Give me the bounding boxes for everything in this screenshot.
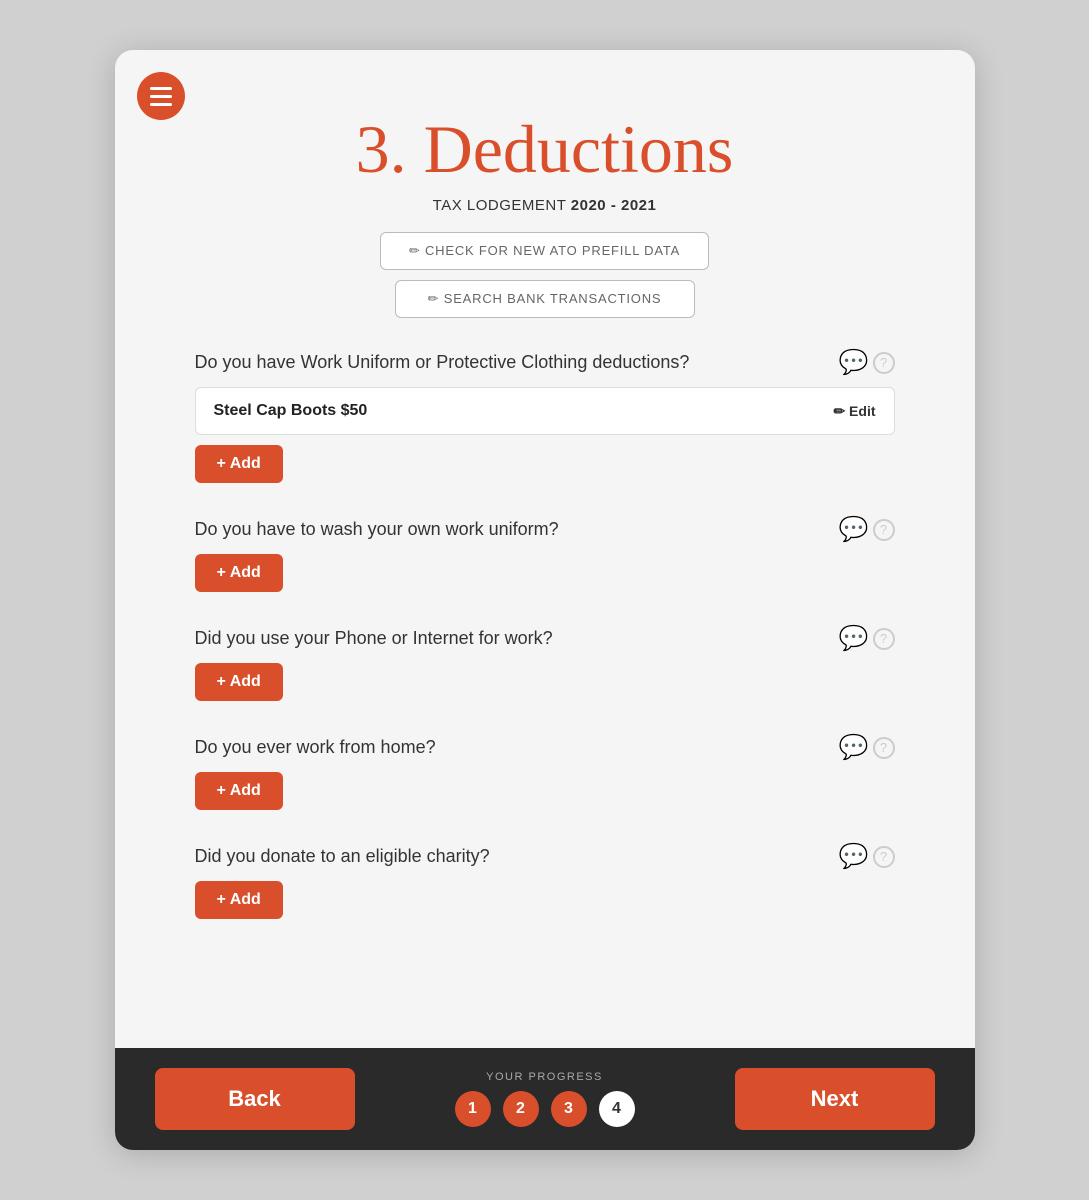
add-button-phone[interactable]: + Add xyxy=(195,663,283,701)
edit-button-uniform-0[interactable]: ✏ Edit xyxy=(833,403,875,420)
section-question-charity: Did you donate to an eligible charity? xyxy=(195,846,490,867)
search-bank-button[interactable]: ✏ SEARCH BANK TRANSACTIONS xyxy=(395,280,695,318)
add-button-wash[interactable]: + Add xyxy=(195,554,283,592)
item-label-uniform-0: Steel Cap Boots $50 xyxy=(214,402,368,420)
chat-bubble-icon-uniform: 💬 xyxy=(839,348,869,377)
chat-bubble-icon-charity: 💬 xyxy=(839,842,869,871)
progress-label: YOUR PROGRESS xyxy=(486,1071,603,1083)
section-header-charity: Did you donate to an eligible charity? 💬… xyxy=(195,842,895,871)
progress-step-4[interactable]: 4 xyxy=(599,1091,635,1127)
subtitle: TAX LODGEMENT 2020 - 2021 xyxy=(195,197,895,214)
footer: Back YOUR PROGRESS 1234 Next xyxy=(115,1048,975,1150)
section-header-phone: Did you use your Phone or Internet for w… xyxy=(195,624,895,653)
progress-step-3[interactable]: 3 xyxy=(551,1091,587,1127)
help-icons-wash: 💬 ? xyxy=(839,515,895,544)
question-icon-wash[interactable]: ? xyxy=(873,519,895,541)
section-question-uniform: Do you have Work Uniform or Protective C… xyxy=(195,352,690,373)
section-home: Do you ever work from home? 💬 ? + Add xyxy=(195,733,895,810)
next-button[interactable]: Next xyxy=(735,1068,935,1130)
chat-bubble-icon-wash: 💬 xyxy=(839,515,869,544)
question-icon-charity[interactable]: ? xyxy=(873,846,895,868)
section-question-phone: Did you use your Phone or Internet for w… xyxy=(195,628,553,649)
main-content: 3. Deductions TAX LODGEMENT 2020 - 2021 … xyxy=(115,50,975,1048)
menu-line-1 xyxy=(150,87,172,90)
page-title: 3. Deductions xyxy=(195,110,895,189)
section-header-wash: Do you have to wash your own work unifor… xyxy=(195,515,895,544)
item-row-uniform-0: Steel Cap Boots $50 ✏ Edit xyxy=(195,387,895,435)
section-question-home: Do you ever work from home? xyxy=(195,737,436,758)
subtitle-normal: TAX LODGEMENT xyxy=(433,197,571,214)
progress-step-1[interactable]: 1 xyxy=(455,1091,491,1127)
chat-bubble-icon-home: 💬 xyxy=(839,733,869,762)
chat-bubble-icon-phone: 💬 xyxy=(839,624,869,653)
question-icon-home[interactable]: ? xyxy=(873,737,895,759)
menu-line-2 xyxy=(150,95,172,98)
back-button[interactable]: Back xyxy=(155,1068,355,1130)
add-button-uniform[interactable]: + Add xyxy=(195,445,283,483)
check-ato-button[interactable]: ✏ CHECK FOR NEW ATO PREFILL DATA xyxy=(380,232,709,270)
progress-step-2[interactable]: 2 xyxy=(503,1091,539,1127)
add-button-home[interactable]: + Add xyxy=(195,772,283,810)
help-icons-charity: 💬 ? xyxy=(839,842,895,871)
section-wash: Do you have to wash your own work unifor… xyxy=(195,515,895,592)
menu-line-3 xyxy=(150,103,172,106)
progress-section: YOUR PROGRESS 1234 xyxy=(455,1071,635,1127)
help-icons-uniform: 💬 ? xyxy=(839,348,895,377)
progress-dots: 1234 xyxy=(455,1091,635,1127)
section-header-uniform: Do you have Work Uniform or Protective C… xyxy=(195,348,895,377)
section-uniform: Do you have Work Uniform or Protective C… xyxy=(195,348,895,483)
sections-container: Do you have Work Uniform or Protective C… xyxy=(195,348,895,919)
action-buttons: ✏ CHECK FOR NEW ATO PREFILL DATA ✏ SEARC… xyxy=(195,232,895,318)
section-question-wash: Do you have to wash your own work unifor… xyxy=(195,519,559,540)
question-icon-phone[interactable]: ? xyxy=(873,628,895,650)
app-container: 3. Deductions TAX LODGEMENT 2020 - 2021 … xyxy=(115,50,975,1150)
help-icons-home: 💬 ? xyxy=(839,733,895,762)
menu-button[interactable] xyxy=(137,72,185,120)
section-header-home: Do you ever work from home? 💬 ? xyxy=(195,733,895,762)
add-button-charity[interactable]: + Add xyxy=(195,881,283,919)
subtitle-bold: 2020 - 2021 xyxy=(571,197,657,214)
section-phone: Did you use your Phone or Internet for w… xyxy=(195,624,895,701)
section-charity: Did you donate to an eligible charity? 💬… xyxy=(195,842,895,919)
question-icon-uniform[interactable]: ? xyxy=(873,352,895,374)
help-icons-phone: 💬 ? xyxy=(839,624,895,653)
